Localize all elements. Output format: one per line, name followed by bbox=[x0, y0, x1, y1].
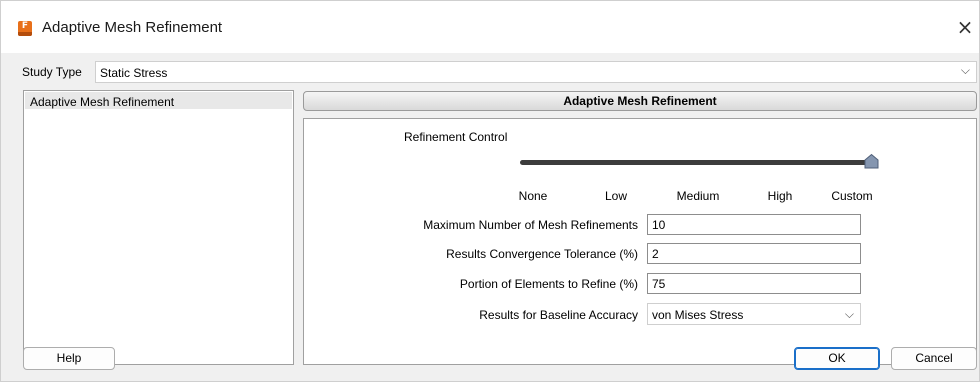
refinement-slider-track[interactable] bbox=[520, 160, 868, 165]
study-type-select[interactable]: Static Stress ⌵ bbox=[95, 61, 977, 83]
portion-label: Portion of Elements to Refine (%) bbox=[459, 277, 638, 291]
help-button[interactable]: Help bbox=[23, 347, 115, 370]
max-refinements-label: Maximum Number of Mesh Refinements bbox=[423, 218, 638, 232]
tick-medium: Medium bbox=[676, 189, 720, 203]
app-icon-glyph: F bbox=[21, 21, 29, 31]
tick-none: None bbox=[518, 189, 548, 203]
title-bar: F Adaptive Mesh Refinement × bbox=[1, 1, 979, 53]
tick-high: High bbox=[767, 189, 793, 203]
close-icon[interactable]: × bbox=[951, 13, 979, 41]
ok-button[interactable]: OK bbox=[794, 347, 880, 370]
max-refinements-input[interactable]: 10 bbox=[647, 214, 861, 235]
section-header: Adaptive Mesh Refinement bbox=[303, 91, 977, 111]
cancel-button[interactable]: Cancel bbox=[891, 347, 977, 370]
refinement-slider-thumb[interactable] bbox=[863, 153, 880, 170]
settings-list: Adaptive Mesh Refinement bbox=[23, 90, 294, 365]
tolerance-label: Results Convergence Tolerance (%) bbox=[446, 247, 638, 261]
list-item-adaptive-mesh-refinement[interactable]: Adaptive Mesh Refinement bbox=[25, 92, 292, 109]
tick-low: Low bbox=[604, 189, 627, 203]
dialog-window: F Adaptive Mesh Refinement × Study Type … bbox=[0, 0, 980, 382]
tick-custom: Custom bbox=[831, 189, 873, 203]
tolerance-input[interactable]: 2 bbox=[647, 243, 861, 264]
study-type-row: Study Type Static Stress ⌵ bbox=[1, 61, 979, 83]
settings-panel: Refinement Control None Low Medium High … bbox=[303, 118, 977, 365]
baseline-accuracy-select[interactable]: von Mises Stress ⌵ bbox=[647, 303, 861, 325]
study-type-label: Study Type bbox=[22, 65, 82, 79]
chevron-down-icon: ⌵ bbox=[960, 63, 970, 77]
baseline-accuracy-label: Results for Baseline Accuracy bbox=[479, 308, 638, 322]
baseline-accuracy-value: von Mises Stress bbox=[652, 308, 744, 322]
app-icon: F bbox=[18, 21, 32, 36]
portion-input[interactable]: 75 bbox=[647, 273, 861, 294]
chevron-down-icon: ⌵ bbox=[844, 307, 854, 321]
refinement-control-label: Refinement Control bbox=[404, 130, 508, 144]
study-type-value: Static Stress bbox=[100, 66, 168, 80]
window-title: Adaptive Mesh Refinement bbox=[42, 19, 223, 36]
